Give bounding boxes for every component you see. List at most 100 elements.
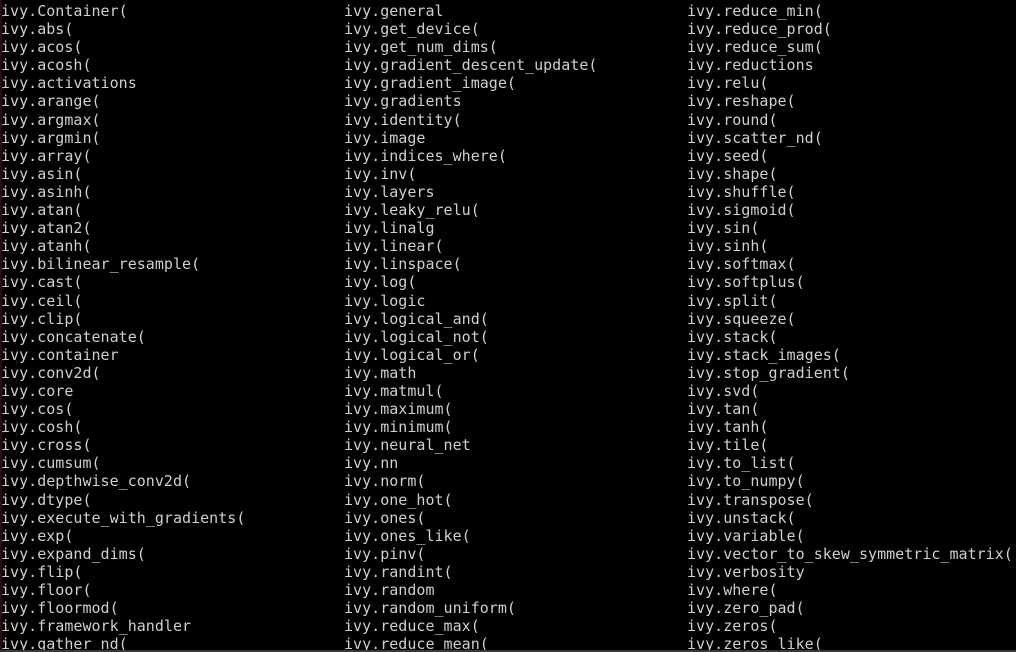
completion-item[interactable]: ivy.svd( [687, 382, 759, 400]
completion-item[interactable]: ivy.gradient_descent_update( [344, 56, 597, 74]
completion-item[interactable]: ivy.randint( [344, 563, 453, 581]
completion-item[interactable]: ivy.vector_to_skew_symmetric_matrix( [687, 545, 1013, 563]
completion-item[interactable]: ivy.variable( [687, 527, 805, 545]
completion-item[interactable]: ivy.logical_and( [344, 310, 489, 328]
completion-item[interactable]: ivy.sinh( [687, 237, 768, 255]
completion-item[interactable]: ivy.activations [1, 74, 137, 92]
completion-item[interactable]: ivy.argmax( [1, 111, 101, 129]
completion-item[interactable]: ivy.pinv( [344, 545, 425, 563]
completion-item[interactable]: ivy.stop_gradient( [687, 364, 850, 382]
completion-item[interactable]: ivy.sigmoid( [687, 201, 796, 219]
completion-item[interactable]: ivy.zeros( [687, 617, 778, 635]
completion-item[interactable]: ivy.core [1, 382, 73, 400]
completion-item[interactable]: ivy.reshape( [687, 92, 796, 110]
completion-item[interactable]: ivy.random [344, 581, 435, 599]
completion-item[interactable]: ivy.softmax( [687, 255, 796, 273]
completion-item[interactable]: ivy.minimum( [344, 418, 453, 436]
completion-item[interactable]: ivy.gradient_image( [344, 74, 516, 92]
completion-item[interactable]: ivy.matmul( [344, 382, 444, 400]
completion-item[interactable]: ivy.argmin( [1, 129, 101, 147]
completion-item[interactable]: ivy.verbosity [687, 563, 805, 581]
completion-item[interactable]: ivy.logic [344, 292, 425, 310]
completion-item[interactable]: ivy.tan( [687, 400, 759, 418]
completion-item[interactable]: ivy.reduce_prod( [687, 20, 832, 38]
completion-item[interactable]: ivy.conv2d( [1, 364, 101, 382]
completion-item[interactable]: ivy.atan2( [1, 219, 92, 237]
completion-item[interactable]: ivy.random_uniform( [344, 599, 516, 617]
completion-item[interactable]: ivy.inv( [344, 165, 416, 183]
completion-item[interactable]: ivy.neural_net [344, 436, 471, 454]
completion-item[interactable]: ivy.zeros_like( [687, 635, 823, 652]
completion-item[interactable]: ivy.floormod( [1, 599, 119, 617]
completion-item[interactable]: ivy.zero_pad( [687, 599, 805, 617]
completion-item[interactable]: ivy.ones_like( [344, 527, 471, 545]
completion-item[interactable]: ivy.atan( [1, 201, 82, 219]
completion-item[interactable]: ivy.cos( [1, 400, 73, 418]
completion-item[interactable]: ivy.exp( [1, 527, 73, 545]
completion-item[interactable]: ivy.concatenate( [1, 328, 146, 346]
completion-item[interactable]: ivy.reductions [687, 56, 814, 74]
completion-item[interactable]: ivy.cross( [1, 436, 92, 454]
completion-item[interactable]: ivy.round( [687, 111, 778, 129]
terminal-window[interactable]: ivy.Container( ivy.general ivy.reduce_min(… [0, 0, 1016, 652]
completion-item[interactable]: ivy.floor( [1, 581, 92, 599]
completion-item[interactable]: ivy.clip( [1, 310, 82, 328]
completion-item[interactable]: ivy.array( [1, 147, 92, 165]
completion-item[interactable]: ivy.cumsum( [1, 454, 101, 472]
completion-item[interactable]: ivy.norm( [344, 472, 425, 490]
completion-item[interactable]: ivy.ceil( [1, 292, 82, 310]
completion-item[interactable]: ivy.relu( [687, 74, 768, 92]
completion-item[interactable]: ivy.arange( [1, 92, 101, 110]
completion-item[interactable]: ivy.indices_where( [344, 147, 507, 165]
completion-item[interactable]: ivy.stack_images( [687, 346, 841, 364]
completion-item[interactable]: ivy.log( [344, 273, 416, 291]
completion-item[interactable]: ivy.squeeze( [687, 310, 796, 328]
completion-item[interactable]: ivy.general [344, 2, 444, 20]
completion-item[interactable]: ivy.to_list( [687, 454, 796, 472]
completion-item[interactable]: ivy.reduce_min( [687, 2, 823, 20]
completion-item[interactable]: ivy.acos( [1, 38, 82, 56]
completion-item[interactable]: ivy.dtype( [1, 491, 92, 509]
completion-item[interactable]: ivy.reduce_mean( [344, 635, 489, 652]
completion-item[interactable]: ivy.atanh( [1, 237, 92, 255]
completion-item[interactable]: ivy.leaky_relu( [344, 201, 480, 219]
completion-item[interactable]: ivy.one_hot( [344, 491, 453, 509]
completion-item[interactable]: ivy.maximum( [344, 400, 453, 418]
completion-item[interactable]: ivy.execute_with_gradients( [1, 509, 245, 527]
completion-item[interactable]: ivy.cosh( [1, 418, 82, 436]
completion-item[interactable]: ivy.shuffle( [687, 183, 796, 201]
completion-item[interactable]: ivy.identity( [344, 111, 462, 129]
completion-item[interactable]: ivy.split( [687, 292, 778, 310]
completion-item[interactable]: ivy.nn [344, 454, 398, 472]
completion-item[interactable]: ivy.transpose( [687, 491, 814, 509]
completion-item[interactable]: ivy.to_numpy( [687, 472, 805, 490]
completion-item[interactable]: ivy.where( [687, 581, 778, 599]
completion-item[interactable]: ivy.acosh( [1, 56, 92, 74]
completion-item[interactable]: ivy.depthwise_conv2d( [1, 472, 191, 490]
completion-item[interactable]: ivy.Container( [1, 2, 128, 20]
completion-item[interactable]: ivy.image [344, 129, 425, 147]
completion-item[interactable]: ivy.scatter_nd( [687, 129, 823, 147]
completion-item[interactable]: ivy.asin( [1, 165, 82, 183]
completion-item[interactable]: ivy.flip( [1, 563, 82, 581]
completion-item[interactable]: ivy.get_num_dims( [344, 38, 498, 56]
completion-item[interactable]: ivy.cast( [1, 273, 82, 291]
completion-item[interactable]: ivy.framework_handler [1, 617, 191, 635]
completion-item[interactable]: ivy.sin( [687, 219, 759, 237]
completion-item[interactable]: ivy.linear( [344, 237, 444, 255]
completion-item[interactable]: ivy.ones( [344, 509, 425, 527]
completion-item[interactable]: ivy.linalg [344, 219, 435, 237]
completion-item[interactable]: ivy.layers [344, 183, 435, 201]
completion-item[interactable]: ivy.softplus( [687, 273, 805, 291]
completion-item[interactable]: ivy.logical_or( [344, 346, 480, 364]
completion-item[interactable]: ivy.tanh( [687, 418, 768, 436]
completion-item[interactable]: ivy.stack( [687, 328, 778, 346]
completion-item[interactable]: ivy.expand_dims( [1, 545, 146, 563]
completion-item[interactable]: ivy.bilinear_resample( [1, 255, 200, 273]
completion-item[interactable]: ivy.linspace( [344, 255, 462, 273]
completion-item[interactable]: ivy.seed( [687, 147, 768, 165]
completion-item[interactable]: ivy.gather_nd( [1, 635, 128, 652]
completion-item[interactable]: ivy.shape( [687, 165, 778, 183]
completion-item[interactable]: ivy.reduce_sum( [687, 38, 823, 56]
completion-item[interactable]: ivy.gradients [344, 92, 462, 110]
